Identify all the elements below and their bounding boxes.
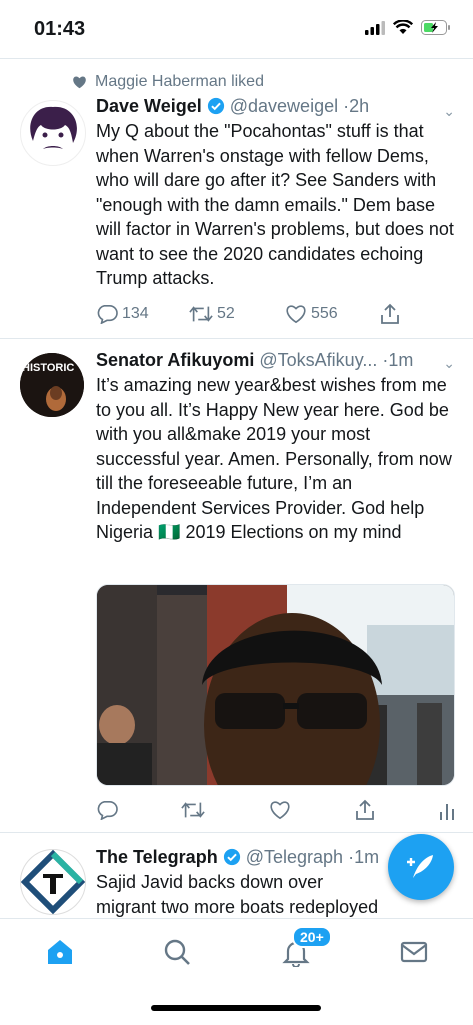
mail-icon bbox=[400, 941, 428, 963]
compose-feather-icon bbox=[407, 855, 433, 878]
status-bar: 01:43 bbox=[0, 0, 473, 58]
author-handle: @ToksAfikuy... bbox=[259, 350, 378, 370]
battery-charging-icon bbox=[421, 20, 450, 35]
retweet-icon[interactable] bbox=[181, 800, 205, 820]
tweet-header: Dave Weigel @daveweigel ·2h bbox=[96, 96, 455, 117]
share-button[interactable] bbox=[379, 303, 401, 325]
status-icons bbox=[365, 20, 451, 35]
heart-icon bbox=[286, 305, 306, 324]
retweet-count: 52 bbox=[217, 305, 235, 322]
reply-icon bbox=[97, 305, 118, 324]
social-context: Maggie Haberman liked bbox=[72, 73, 264, 91]
tweet-age: 2h bbox=[349, 96, 370, 116]
compose-tweet-button[interactable] bbox=[388, 834, 454, 900]
verified-badge-icon bbox=[207, 97, 224, 115]
status-time: 01:43 bbox=[34, 18, 86, 40]
tab-search[interactable] bbox=[162, 937, 192, 967]
like-count: 556 bbox=[311, 305, 338, 322]
selfie-photo bbox=[97, 585, 454, 785]
tweet-actions bbox=[96, 798, 455, 822]
tweet-age: 1m bbox=[388, 350, 414, 370]
avatar-illustration: HISTORIC bbox=[20, 353, 84, 417]
analytics-icon[interactable] bbox=[439, 800, 455, 820]
social-context-text: Maggie Haberman liked bbox=[95, 73, 264, 90]
tweet-text: It’s amazing new year&best wishes from m… bbox=[96, 375, 452, 542]
reply-icon[interactable] bbox=[96, 800, 118, 820]
tab-home[interactable] bbox=[45, 937, 75, 967]
telegraph-logo-icon bbox=[21, 850, 85, 914]
avatar-text: HISTORIC bbox=[22, 362, 74, 374]
tweet-age: 1m bbox=[354, 847, 380, 867]
share-icon[interactable] bbox=[354, 799, 376, 821]
tweet-photo[interactable] bbox=[96, 584, 455, 786]
like-button[interactable]: 556 bbox=[285, 304, 379, 324]
tab-messages[interactable] bbox=[399, 937, 429, 967]
tweet-text: My Q about the "Pocahontas" stuff is tha… bbox=[96, 121, 454, 288]
retweet-icon bbox=[189, 306, 213, 322]
author-name[interactable]: The Telegraph bbox=[96, 847, 218, 867]
notifications-badge: 20+ bbox=[292, 926, 332, 948]
avatar[interactable] bbox=[20, 849, 86, 915]
avatar-illustration bbox=[30, 106, 77, 149]
home-indicator bbox=[151, 1005, 321, 1011]
author-handle: @Telegraph bbox=[245, 847, 344, 867]
tweet-header: Senator Afikuyomi @ToksAfikuy... ·1m bbox=[96, 350, 455, 371]
author-name[interactable]: Senator Afikuyomi bbox=[96, 350, 254, 370]
tweet-dave-weigel[interactable]: Maggie Haberman liked ⌄ Dave Weigel @dav… bbox=[0, 59, 473, 339]
heart-filled-icon bbox=[73, 76, 86, 89]
author-handle: @daveweigel bbox=[229, 96, 339, 116]
heart-icon[interactable] bbox=[269, 800, 291, 820]
retweet-button[interactable]: 52 bbox=[189, 304, 285, 324]
tweet-actions: 134 52 556 bbox=[96, 302, 455, 326]
share-icon bbox=[381, 303, 399, 324]
avatar[interactable]: HISTORIC bbox=[20, 353, 84, 417]
avatar[interactable] bbox=[20, 100, 86, 166]
home-icon bbox=[48, 940, 72, 964]
author-name[interactable]: Dave Weigel bbox=[96, 96, 202, 116]
search-icon bbox=[164, 939, 190, 965]
cellular-signal-icon bbox=[365, 20, 385, 35]
wifi-icon bbox=[393, 20, 413, 34]
reply-button[interactable]: 134 bbox=[96, 304, 189, 324]
reply-count: 134 bbox=[122, 305, 149, 322]
verified-badge-icon bbox=[223, 848, 240, 866]
